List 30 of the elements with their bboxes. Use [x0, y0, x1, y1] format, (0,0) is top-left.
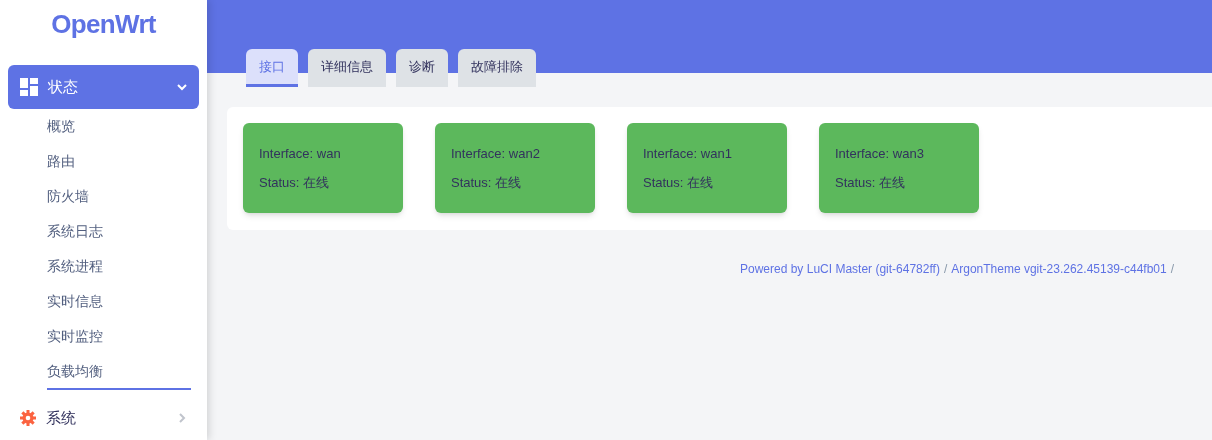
logo: OpenWrt — [51, 8, 156, 40]
dashboard-icon — [20, 78, 38, 96]
tab[interactable]: 诊断 — [396, 49, 448, 87]
footer-separator: / — [1170, 261, 1175, 278]
footer-separator: / — [943, 261, 948, 278]
interface-status: Status: 在线 — [451, 173, 523, 192]
menu-item[interactable]: 系统进程 — [47, 250, 191, 285]
settings-icon — [20, 410, 36, 426]
menu-group[interactable]: 系统 — [8, 396, 199, 440]
menu-item[interactable]: 负载均衡 — [47, 355, 191, 390]
interface-name: Interface: wan — [259, 145, 342, 163]
chevron-down-icon — [177, 82, 187, 92]
menu-item[interactable]: 防火墙 — [47, 180, 191, 215]
tab[interactable]: 故障排除 — [458, 49, 536, 87]
interface-name: Interface: wan1 — [643, 145, 733, 163]
interface-name: Interface: wan2 — [451, 145, 541, 163]
menu-item[interactable]: 实时信息 — [47, 285, 191, 320]
tab[interactable]: 详细信息 — [308, 49, 386, 87]
menu-item[interactable]: 系统日志 — [47, 215, 191, 250]
menu-group[interactable]: 状态 — [8, 65, 199, 109]
menu-item[interactable]: 路由 — [47, 145, 191, 180]
interface-name: Interface: wan3 — [835, 145, 925, 163]
menu-item[interactable]: 实时监控 — [47, 320, 191, 355]
footer-link[interactable]: ArgonTheme vgit-23.262.45139-c44fb01 — [951, 260, 1167, 278]
menu-item[interactable]: 概览 — [47, 110, 191, 145]
interface-status: Status: 在线 — [643, 173, 715, 192]
footer-link[interactable]: Powered by LuCI Master (git-64782ff) — [740, 260, 940, 278]
interface-status: Status: 在线 — [835, 173, 907, 192]
chevron-right-icon — [177, 413, 187, 423]
interface-status: Status: 在线 — [259, 173, 331, 192]
